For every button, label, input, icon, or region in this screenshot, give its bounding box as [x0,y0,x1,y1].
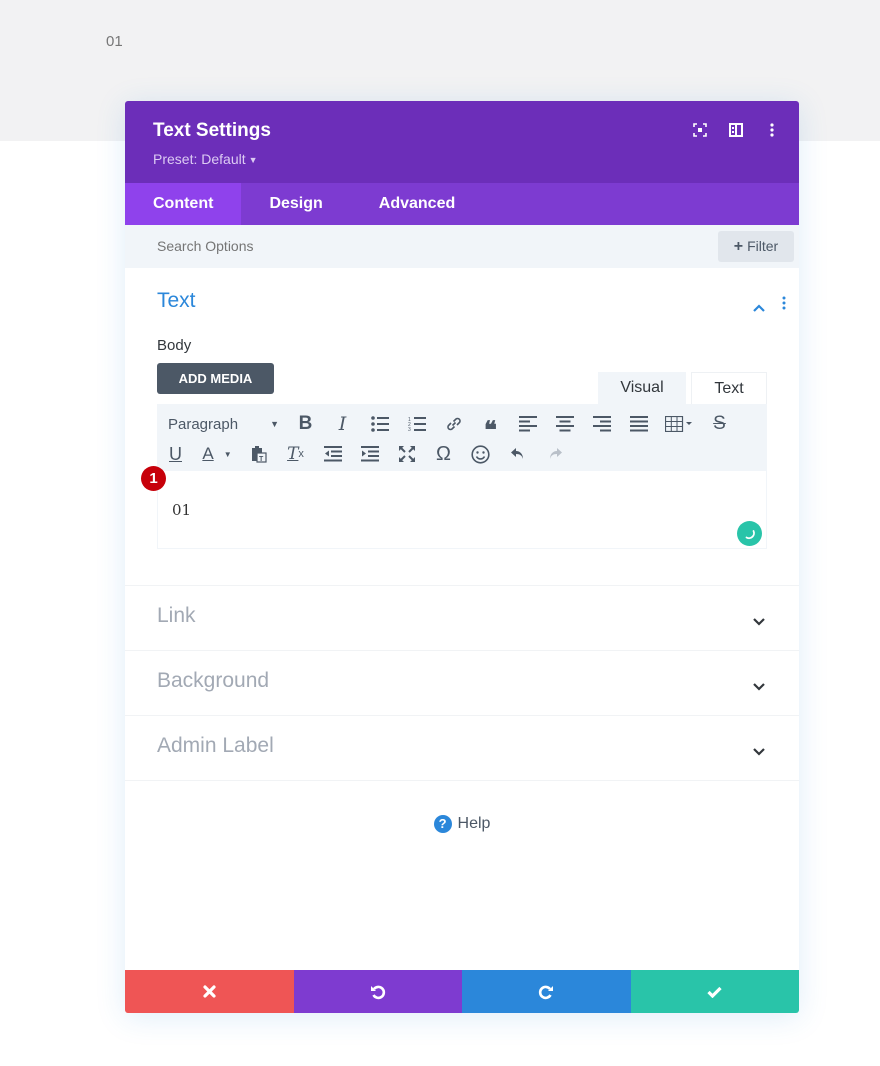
svg-text:3: 3 [408,427,411,432]
svg-text:T: T [259,456,264,463]
focus-icon[interactable] [693,122,707,138]
preset-label: Preset: Default [153,151,246,167]
numbered-list-icon[interactable]: 123 [398,409,435,439]
table-icon[interactable] [657,409,701,439]
more-options-icon[interactable] [765,122,779,138]
undo-button[interactable] [293,970,462,1013]
add-media-button[interactable]: ADD MEDIA [157,363,274,394]
background-section[interactable]: Background [125,651,799,716]
italic-icon[interactable]: I [324,409,361,439]
modal-footer [125,970,799,1013]
editor-tab-text[interactable]: Text [691,372,767,404]
caret-down-icon: ▼ [248,155,258,165]
close-icon [203,985,216,998]
split-view-icon[interactable] [729,122,743,138]
caret-down-icon: ▼ [270,419,279,429]
editor-content-area[interactable]: 01 [157,471,767,549]
redo-icon [539,985,554,999]
align-justify-icon[interactable] [620,409,657,439]
bullet-list-icon[interactable] [361,409,398,439]
admin-label-section[interactable]: Admin Label [125,716,799,781]
settings-tabs: Content Design Advanced [125,183,799,225]
tab-advanced[interactable]: Advanced [351,183,483,225]
step-badge: 1 [141,466,166,491]
redo-icon[interactable] [536,439,573,469]
checkmark-icon [707,986,722,998]
underline-icon[interactable]: U [157,439,194,469]
preset-dropdown[interactable]: Preset: Default ▼ [153,151,258,167]
background-section-title: Background [157,669,270,692]
modal-title: Text Settings [153,120,271,141]
chevron-down-icon[interactable] [753,743,765,761]
plus-icon: + [733,238,744,255]
body-label: Body [157,337,192,354]
align-right-icon[interactable] [583,409,620,439]
redo-button[interactable] [462,970,631,1013]
tab-content[interactable]: Content [125,183,242,225]
chevron-down-icon[interactable] [753,678,765,696]
editor-toolbar: Paragraph ▼ B I 123 ❝ S U A ▼ T T x Ω [157,404,767,471]
align-left-icon[interactable] [509,409,546,439]
align-center-icon[interactable] [546,409,583,439]
editor-text[interactable]: 01 [172,501,191,519]
save-button[interactable] [630,970,799,1013]
modal-header: Text Settings Preset: Default ▼ [125,101,799,183]
tab-design[interactable]: Design [241,183,350,225]
search-options-input[interactable] [157,225,338,268]
text-settings-modal: Text Settings Preset: Default ▼ Content D… [125,101,799,1013]
outdent-icon[interactable] [314,439,351,469]
help-icon: ? [433,815,452,833]
strikethrough-icon[interactable]: S [701,409,738,439]
paragraph-format-select[interactable]: Paragraph ▼ [157,409,287,439]
paragraph-format-label: Paragraph [168,415,239,433]
admin-label-section-title: Admin Label [157,734,274,757]
blockquote-icon[interactable]: ❝ [472,409,509,444]
editor-mode-tabs: Visual Text [598,372,767,404]
fullscreen-icon[interactable] [388,439,425,469]
link-section[interactable]: Link [125,586,799,651]
undo-icon[interactable] [499,439,536,469]
section-options-icon[interactable] [782,296,786,315]
undo-icon [370,985,385,999]
link-icon[interactable] [435,409,472,439]
chevron-down-icon[interactable] [753,613,765,631]
indent-icon[interactable] [351,439,388,469]
paste-as-text-icon[interactable]: T [240,439,277,469]
editor-tab-visual[interactable]: Visual [598,372,686,404]
clear-formatting-icon[interactable]: Tx [277,439,314,469]
help-label: Help [457,815,491,832]
link-section-title: Link [157,604,196,627]
loading-spinner-icon [737,521,762,546]
emoji-icon[interactable] [462,439,499,469]
filter-button[interactable]: + Filter [718,231,794,262]
text-color-icon[interactable]: A ▼ [194,439,240,469]
bold-icon[interactable]: B [287,409,324,439]
special-character-icon[interactable]: Ω [425,439,462,469]
cancel-button[interactable] [125,970,294,1013]
filter-label: Filter [747,238,779,254]
text-section-title[interactable]: Text [157,289,196,313]
search-bar: +Filter [125,225,799,268]
page-content-text: 01 [106,33,123,50]
help-link[interactable]: ? Help [125,815,799,833]
text-section: Text Body ADD MEDIA Visual Text Paragrap… [125,268,799,586]
chevron-up-icon[interactable] [753,299,765,317]
